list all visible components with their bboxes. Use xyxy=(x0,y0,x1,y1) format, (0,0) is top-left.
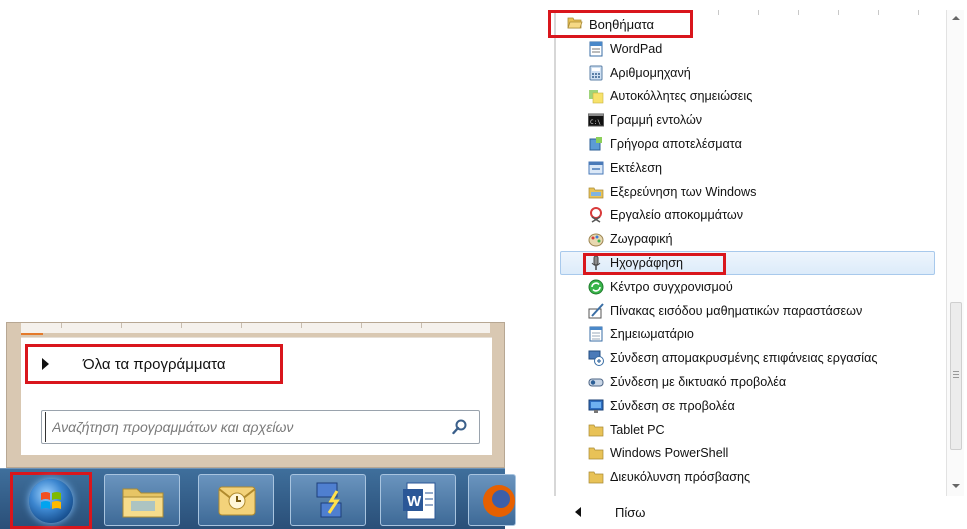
program-label: Σημειωματάριο xyxy=(610,327,694,342)
run-icon xyxy=(588,160,604,176)
explorer-folder-icon xyxy=(588,184,604,200)
program-item-sticky-notes[interactable]: Αυτοκόλλητες σημειώσεις xyxy=(588,85,948,109)
grip-icon xyxy=(953,371,959,379)
word-document-icon: W xyxy=(403,482,436,520)
svg-text:W: W xyxy=(407,493,422,510)
scrollbar-thumb[interactable] xyxy=(950,302,962,450)
program-item-getting-started[interactable]: Γρήγορα αποτελέσματα xyxy=(588,132,948,156)
folder-icon xyxy=(588,445,604,461)
all-programs-label: Όλα τα προγράμματα xyxy=(83,355,226,373)
program-label: Διευκόλυνση πρόσβασης xyxy=(610,470,751,485)
program-item-math-input[interactable]: Πίνακας εισόδου μαθηματικών παραστάσεων xyxy=(588,299,948,323)
program-label: Αριθμομηχανή xyxy=(610,65,691,80)
program-item-remote-desktop[interactable]: Σύνδεση απομακρυσμένης επιφάνειας εργασί… xyxy=(588,346,948,370)
command-prompt-icon: C:\ xyxy=(588,112,604,128)
start-button[interactable] xyxy=(10,472,92,529)
snipping-tool-icon xyxy=(588,207,604,224)
search-icon[interactable] xyxy=(447,414,473,440)
program-item-calculator[interactable]: Αριθμομηχανή xyxy=(588,61,948,85)
program-item-projector[interactable]: Σύνδεση σε προβολέα xyxy=(588,394,948,418)
microphone-icon xyxy=(588,255,604,271)
program-item-wordpad[interactable]: WordPad xyxy=(588,37,948,61)
program-label: Windows PowerShell xyxy=(610,446,729,461)
notepad-icon xyxy=(588,326,604,342)
taskbar-button-explorer[interactable] xyxy=(104,474,180,526)
windows-logo-icon xyxy=(29,479,73,523)
firefox-icon xyxy=(483,485,515,517)
all-programs-button[interactable]: Όλα τα προγράμματα xyxy=(25,344,283,384)
program-label: Γραμμή εντολών xyxy=(610,113,703,128)
program-item-snipping-tool[interactable]: Εργαλείο αποκομμάτων xyxy=(588,204,948,228)
back-button[interactable]: Πίσω xyxy=(556,496,954,528)
folder-accessories-label: Βοηθήματα xyxy=(589,16,655,32)
program-item-windows-explorer[interactable]: Εξερεύνηση των Windows xyxy=(588,180,948,204)
open-folder-icon xyxy=(567,14,583,35)
projector-icon xyxy=(588,398,604,414)
program-item-run[interactable]: Εκτέλεση xyxy=(588,156,948,180)
mail-clock-icon xyxy=(218,486,256,516)
program-label: Σύνδεση απομακρυσμένης επιφάνειας εργασί… xyxy=(610,351,878,366)
back-label: Πίσω xyxy=(615,504,646,520)
taskbar-button-firefox[interactable] xyxy=(468,474,516,526)
network-projector-icon xyxy=(588,374,604,390)
program-label: Ηχογράφηση xyxy=(610,256,684,271)
program-label: Γρήγορα αποτελέσματα xyxy=(610,137,742,152)
expand-arrow-icon xyxy=(42,358,49,370)
program-label: WordPad xyxy=(610,41,663,56)
program-item-network-projector[interactable]: Σύνδεση με δικτυακό προβολέα xyxy=(588,370,948,394)
program-label: Εκτέλεση xyxy=(610,160,662,175)
calculator-icon xyxy=(588,65,604,81)
program-item-sound-recorder[interactable]: Ηχογράφηση xyxy=(560,251,935,276)
program-item-windows-powershell[interactable]: Windows PowerShell xyxy=(588,442,948,466)
sticky-notes-icon xyxy=(588,88,604,104)
menu-accent-line xyxy=(21,333,43,335)
program-label: Αυτοκόλλητες σημειώσεις xyxy=(610,89,753,104)
math-input-icon xyxy=(588,302,604,319)
scroll-down-arrow-icon[interactable] xyxy=(952,484,960,488)
start-menu: Όλα τα προγράμματα xyxy=(6,322,505,468)
program-label: Πίνακας εισόδου μαθηματικών παραστάσεων xyxy=(610,303,863,318)
folder-accessories[interactable]: Βοηθήματα xyxy=(548,10,693,38)
program-label: Εργαλείο αποκομμάτων xyxy=(610,208,744,223)
search-box[interactable] xyxy=(41,410,480,444)
program-item-command-prompt[interactable]: C:\ Γραμμή εντολών xyxy=(588,108,948,132)
program-item-sync-center[interactable]: Κέντρο συγχρονισμού xyxy=(588,275,948,299)
program-item-notepad[interactable]: Σημειωματάριο xyxy=(588,323,948,347)
back-arrow-icon xyxy=(575,507,581,517)
svg-text:C:\: C:\ xyxy=(590,119,601,126)
folder-icon xyxy=(588,469,604,485)
program-item-paint[interactable]: Ζωγραφική xyxy=(588,227,948,251)
remote-desktop-icon xyxy=(588,350,604,367)
taskbar-button-outlook[interactable] xyxy=(198,474,274,526)
folder-icon xyxy=(588,422,604,438)
program-label: Εξερεύνηση των Windows xyxy=(610,184,757,199)
wordpad-icon xyxy=(588,41,604,57)
program-item-tablet-pc[interactable]: Tablet PC xyxy=(588,418,948,442)
network-plug-icon xyxy=(316,482,342,518)
folder-icon xyxy=(122,488,164,518)
program-label: Κέντρο συγχρονισμού xyxy=(610,279,733,294)
search-input[interactable] xyxy=(45,412,447,442)
program-list-scrollbar[interactable] xyxy=(946,10,964,496)
paint-icon xyxy=(588,231,604,247)
taskbar-button-word[interactable]: W xyxy=(380,474,456,526)
program-label: Σύνδεση με δικτυακό προβολέα xyxy=(610,375,787,390)
getting-started-icon xyxy=(588,136,604,152)
start-menu-panel: Όλα τα προγράμματα xyxy=(21,337,492,455)
scroll-up-arrow-icon[interactable] xyxy=(952,16,960,20)
taskbar-button-network[interactable] xyxy=(290,474,366,526)
program-item-ease-of-access[interactable]: Διευκόλυνση πρόσβασης xyxy=(588,465,948,489)
program-label: Ζωγραφική xyxy=(610,232,673,247)
sync-center-icon xyxy=(588,279,604,295)
program-label: Tablet PC xyxy=(610,422,665,437)
program-list: WordPad Αριθμομηχανή Αυτοκόλλητες σημειώ… xyxy=(560,37,948,489)
menu-top-strip xyxy=(21,323,490,333)
program-label: Σύνδεση σε προβολέα xyxy=(610,398,735,413)
panel-left-rule xyxy=(554,10,556,496)
